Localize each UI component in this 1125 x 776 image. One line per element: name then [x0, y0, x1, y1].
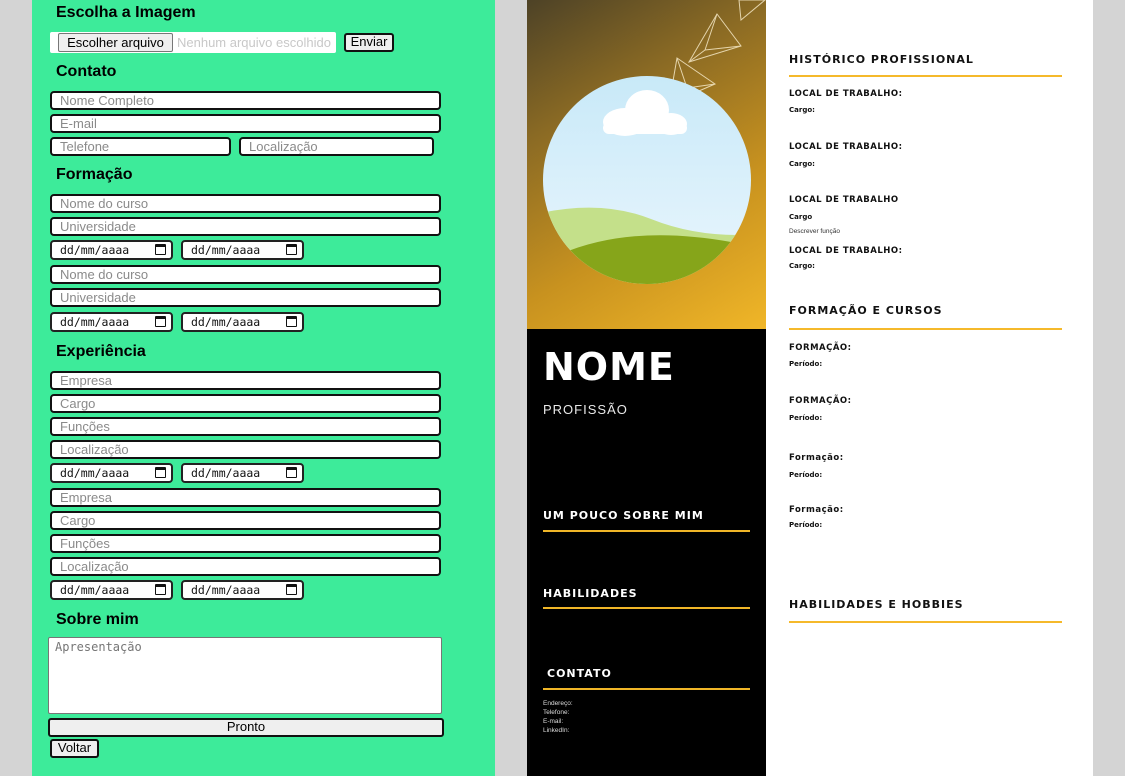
university-input-2[interactable] — [50, 288, 441, 307]
role-input-1[interactable] — [50, 394, 441, 413]
company-input-2[interactable] — [50, 488, 441, 507]
contact-phone: Telefone: — [543, 709, 570, 716]
job-place-2: LOCAL DE TRABALHO: — [789, 142, 903, 152]
job-location-input-2[interactable] — [50, 557, 441, 576]
course-name-input-1[interactable] — [50, 194, 441, 213]
done-button[interactable]: Pronto — [48, 718, 444, 737]
job-role-1: Cargo: — [789, 106, 815, 114]
course-label-4: Formação: — [789, 505, 844, 515]
education-start-date-1[interactable]: dd/mm/aaaa — [50, 240, 173, 260]
job-place-4: LOCAL DE TRABALHO: — [789, 246, 903, 256]
course-period-2: Período: — [789, 414, 823, 422]
course-name-input-2[interactable] — [50, 265, 441, 284]
resume-profession: PROFISSÃO — [543, 402, 628, 417]
email-input[interactable] — [50, 114, 441, 133]
calendar-icon[interactable] — [155, 467, 166, 478]
skills-heading: HABILIDADES — [543, 587, 638, 600]
calendar-icon[interactable] — [286, 467, 297, 478]
section-title-education: Formação — [56, 166, 133, 183]
job-place-1: LOCAL DE TRABALHO: — [789, 89, 903, 99]
course-period-1: Período: — [789, 360, 823, 368]
education-end-date-1[interactable]: dd/mm/aaaa — [181, 240, 304, 260]
job-role-3: Cargo — [789, 213, 813, 221]
course-label-1: FORMAÇÃO: — [789, 343, 852, 353]
photo-band — [527, 0, 766, 329]
job-end-date-1[interactable]: dd/mm/aaaa — [181, 463, 304, 483]
full-name-input[interactable] — [50, 91, 441, 110]
send-button[interactable]: Enviar — [344, 33, 394, 52]
resume-form-panel: Escolha a Imagem Escolher arquivo Nenhum… — [32, 0, 495, 776]
contact-address: Endereço: — [543, 700, 573, 707]
course-period-3: Período: — [789, 471, 823, 479]
role-input-2[interactable] — [50, 511, 441, 530]
contact-email: E-mail: — [543, 718, 564, 725]
phone-input[interactable] — [50, 137, 231, 156]
job-role-4: Cargo: — [789, 262, 815, 270]
university-input-1[interactable] — [50, 217, 441, 236]
divider — [543, 607, 750, 609]
job-end-date-2[interactable]: dd/mm/aaaa — [181, 580, 304, 600]
calendar-icon[interactable] — [286, 316, 297, 327]
choose-file-button[interactable]: Escolher arquivo — [58, 33, 173, 52]
divider — [789, 75, 1062, 77]
divider — [543, 688, 750, 690]
resume-sidebar: NOME PROFISSÃO UM POUCO SOBRE MIM HABILI… — [527, 0, 766, 776]
section-title-experience: Experiência — [56, 343, 146, 360]
job-desc-3: Descrever função — [789, 228, 840, 235]
education-start-date-2[interactable]: dd/mm/aaaa — [50, 312, 173, 332]
file-input[interactable]: Escolher arquivo Nenhum arquivo escolhid… — [50, 32, 336, 53]
section-title-contact: Contato — [56, 63, 117, 80]
no-file-text: Nenhum arquivo escolhido — [177, 35, 331, 50]
back-button[interactable]: Voltar — [50, 739, 99, 758]
course-label-3: Formação: — [789, 453, 844, 463]
course-period-4: Período: — [789, 521, 823, 529]
calendar-icon[interactable] — [286, 244, 297, 255]
education-heading: FORMAÇÃO E CURSOS — [789, 304, 943, 317]
profile-photo-placeholder[interactable] — [541, 74, 753, 286]
about-heading: UM POUCO SOBRE MIM — [543, 509, 704, 522]
hobbies-heading: HABILIDADES E HOBBIES — [789, 598, 964, 611]
section-title-about: Sobre mim — [56, 611, 139, 628]
course-label-2: FORMAÇÃO: — [789, 396, 852, 406]
company-input-1[interactable] — [50, 371, 441, 390]
job-role-2: Cargo: — [789, 160, 815, 168]
location-input[interactable] — [239, 137, 434, 156]
duties-input-2[interactable] — [50, 534, 441, 553]
job-location-input-1[interactable] — [50, 440, 441, 459]
contact-heading: CONTATO — [547, 667, 612, 680]
calendar-icon[interactable] — [155, 584, 166, 595]
contact-linkedin: LinkedIn: — [543, 727, 570, 734]
education-end-date-2[interactable]: dd/mm/aaaa — [181, 312, 304, 332]
divider — [543, 530, 750, 532]
about-textarea[interactable] — [48, 637, 442, 714]
calendar-icon[interactable] — [155, 316, 166, 327]
duties-input-1[interactable] — [50, 417, 441, 436]
job-place-3: LOCAL DE TRABALHO — [789, 195, 899, 205]
section-title-image: Escolha a Imagem — [56, 4, 196, 21]
calendar-icon[interactable] — [155, 244, 166, 255]
calendar-icon[interactable] — [286, 584, 297, 595]
divider — [789, 621, 1062, 623]
resume-main: HISTÓRICO PROFISSIONAL LOCAL DE TRABALHO… — [766, 0, 1093, 776]
history-heading: HISTÓRICO PROFISSIONAL — [789, 53, 974, 66]
job-start-date-2[interactable]: dd/mm/aaaa — [50, 580, 173, 600]
divider — [789, 328, 1062, 330]
job-start-date-1[interactable]: dd/mm/aaaa — [50, 463, 173, 483]
resume-name: NOME — [543, 345, 675, 389]
